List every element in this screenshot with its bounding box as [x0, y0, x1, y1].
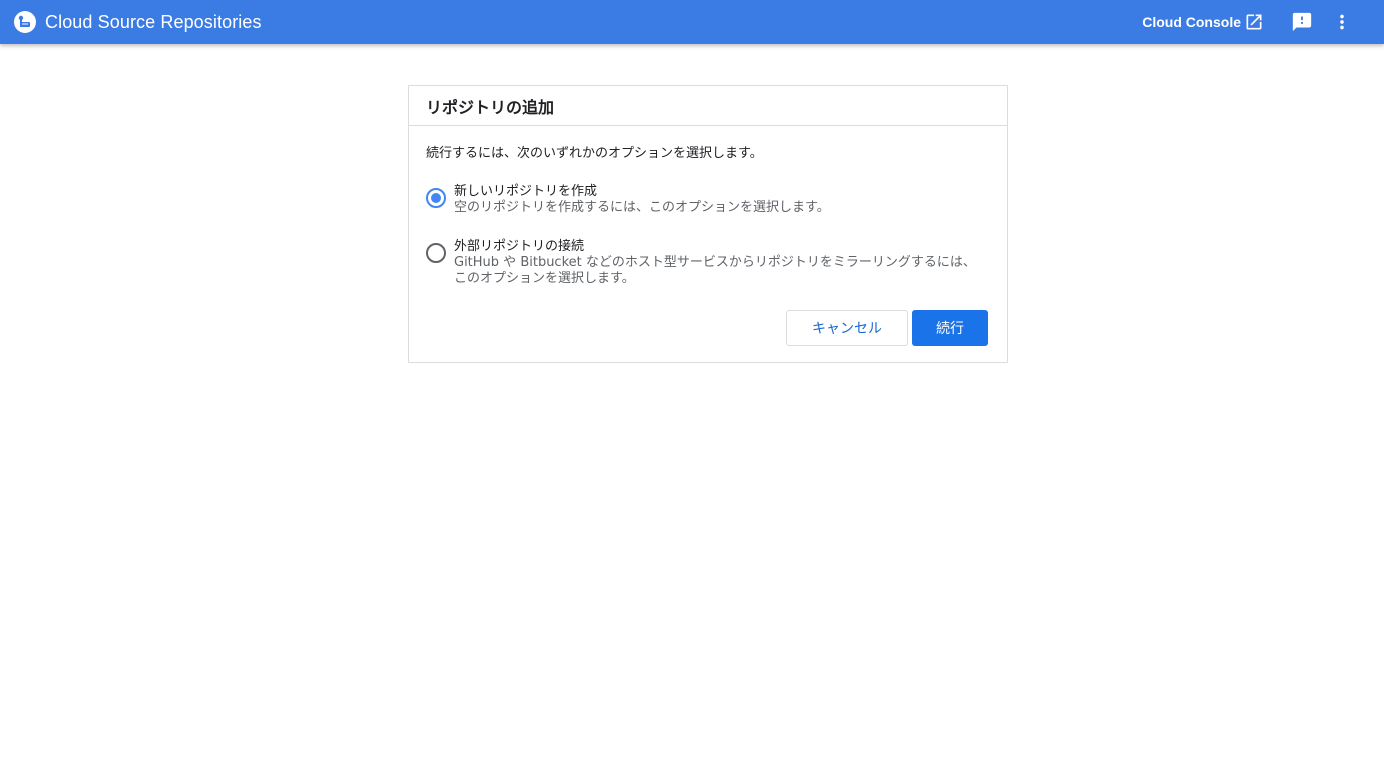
add-repository-dialog: リポジトリの追加 続行するには、次のいずれかのオプションを選択します。 新しいリ…: [408, 85, 1008, 363]
cloud-console-link[interactable]: Cloud Console: [1142, 12, 1264, 32]
app-bar-actions: Cloud Console: [1142, 0, 1384, 44]
app-bar: Cloud Source Repositories Cloud Console: [0, 0, 1384, 44]
dialog-intro-text: 続行するには、次のいずれかのオプションを選択します。: [426, 146, 763, 161]
dialog-header: リポジトリの追加: [409, 86, 1007, 126]
option-connect-external-label: 外部リポジトリの接続: [454, 239, 585, 254]
radio-create-new-repository[interactable]: [426, 188, 446, 208]
feedback-icon: [1292, 12, 1312, 32]
app-title: Cloud Source Repositories: [45, 11, 262, 32]
more-vert-icon: [1340, 14, 1344, 30]
radio-connect-external-repository[interactable]: [426, 243, 446, 263]
cancel-button[interactable]: キャンセル: [786, 310, 908, 346]
dialog-actions: キャンセル 続行: [786, 310, 988, 346]
option-connect-external-repository[interactable]: 外部リポジトリの接続 GitHub や Bitbucket などのホスト型サービ…: [426, 239, 990, 287]
dialog-title: リポジトリの追加: [426, 97, 555, 117]
option-create-new-label: 新しいリポジトリを作成: [454, 184, 598, 199]
brand-home-link[interactable]: Cloud Source Repositories: [13, 10, 262, 34]
cloud-console-label: Cloud Console: [1142, 14, 1241, 30]
more-options-button[interactable]: [1326, 6, 1358, 38]
option-create-new-description: 空のリポジトリを作成するには、このオプションを選択します。: [454, 200, 830, 215]
feedback-button[interactable]: [1286, 6, 1318, 38]
option-connect-external-description: GitHub や Bitbucket などのホスト型サービスからリポジトリをミラ…: [454, 255, 976, 286]
dialog-body: 続行するには、次のいずれかのオプションを選択します。 新しいリポジトリを作成 空…: [409, 142, 1007, 287]
cloud-source-repositories-logo-icon: [14, 11, 36, 33]
continue-button[interactable]: 続行: [912, 310, 988, 346]
option-create-new-repository[interactable]: 新しいリポジトリを作成 空のリポジトリを作成するには、このオプションを選択します…: [426, 184, 990, 216]
open-in-new-icon: [1246, 14, 1262, 30]
